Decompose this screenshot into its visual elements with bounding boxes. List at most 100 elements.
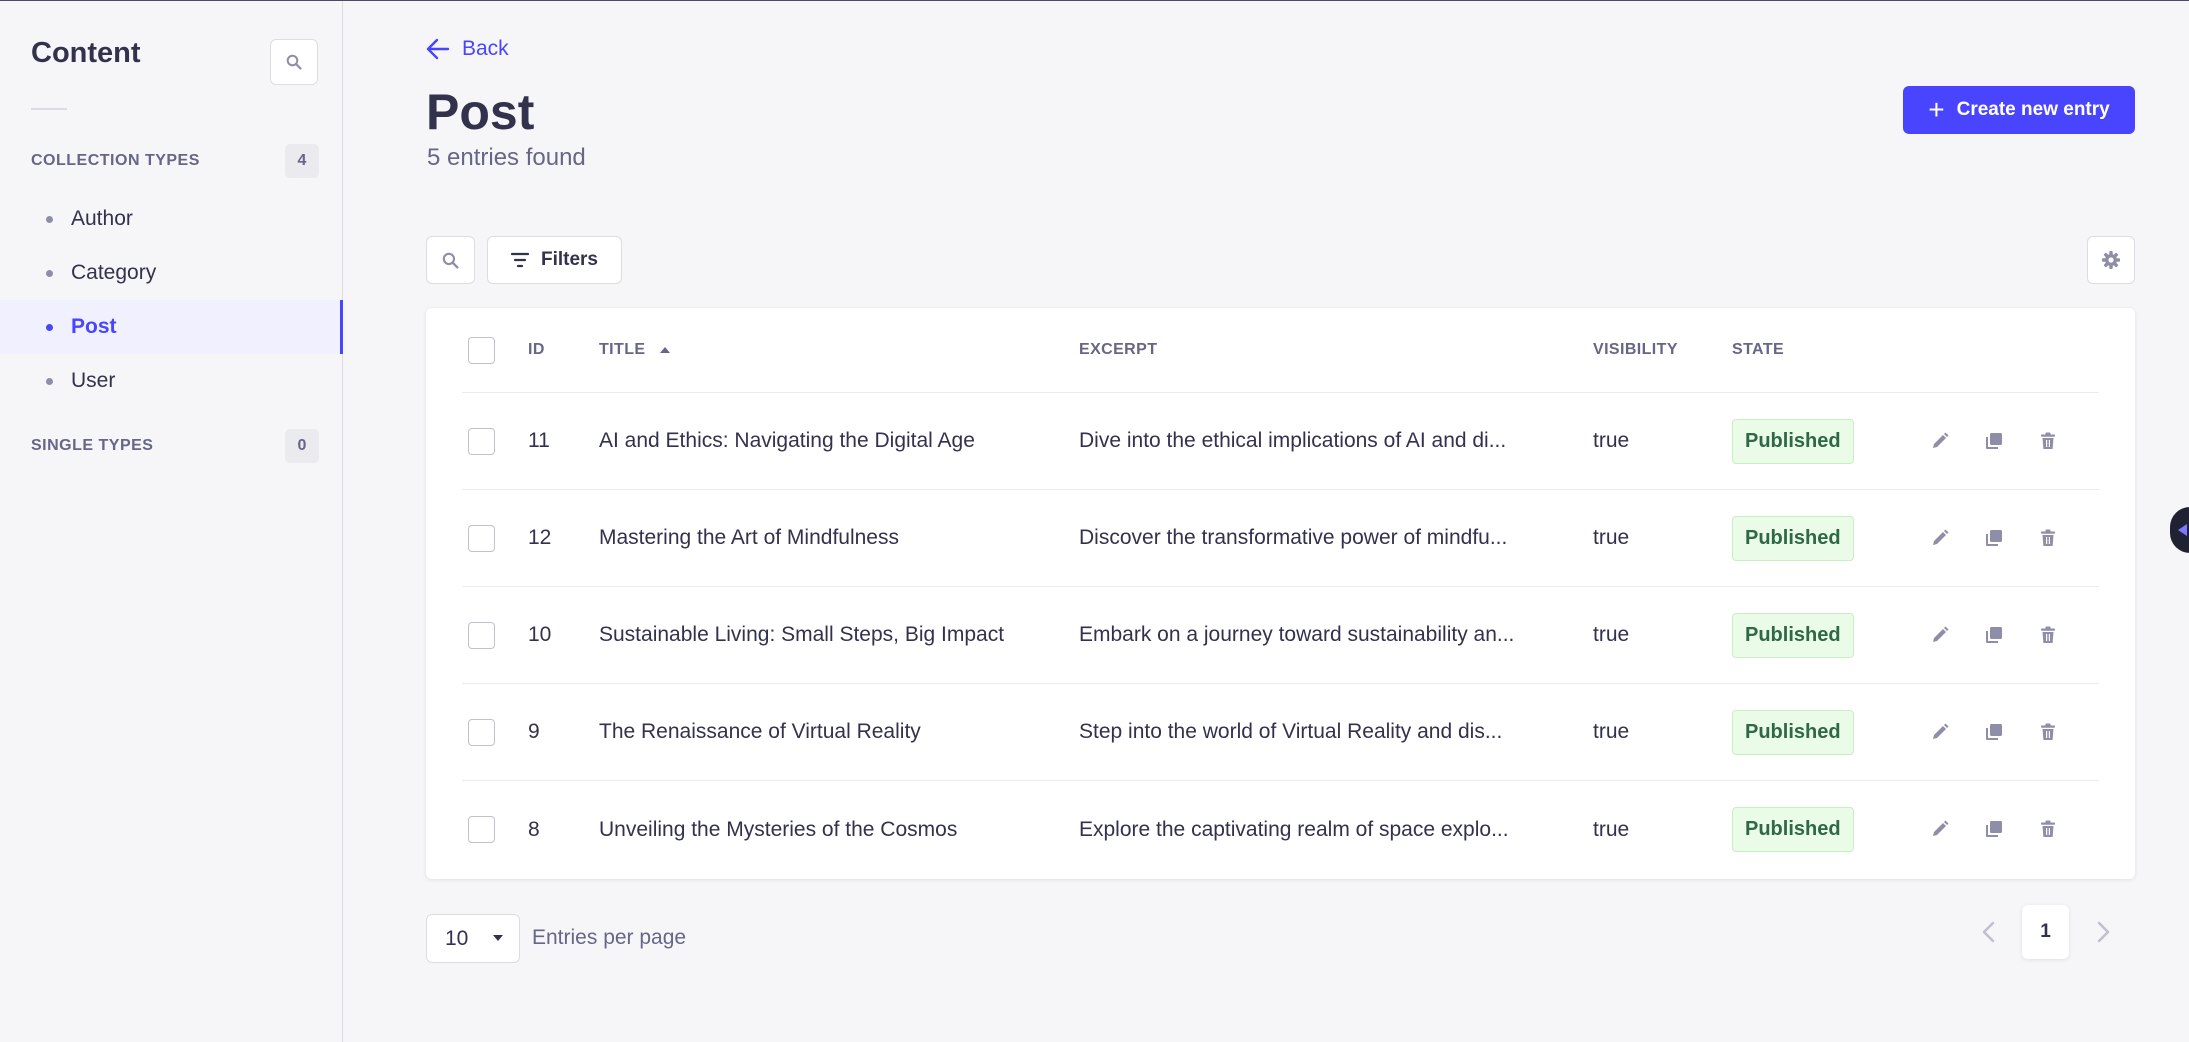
- collection-types-header: COLLECTION TYPES 4: [31, 144, 319, 178]
- edit-button[interactable]: [1925, 620, 1955, 650]
- create-button-label: Create new entry: [1956, 99, 2110, 120]
- table-row[interactable]: 10 Sustainable Living: Small Steps, Big …: [462, 587, 2099, 684]
- duplicate-button[interactable]: [1979, 814, 2009, 844]
- row-state-cell: Published: [1732, 587, 1854, 683]
- row-state-cell: Published: [1732, 393, 1854, 489]
- trash-icon: [2041, 626, 2055, 643]
- row-visibility: true: [1593, 720, 1630, 743]
- previous-page-button[interactable]: [1968, 912, 2008, 952]
- duplicate-button[interactable]: [1979, 426, 2009, 456]
- edit-button[interactable]: [1925, 814, 1955, 844]
- row-id: 10: [528, 623, 552, 646]
- sort-up-icon: [660, 347, 671, 353]
- floating-widget-toggle[interactable]: [2170, 507, 2189, 553]
- select-all-cell: [468, 308, 495, 392]
- row-checkbox[interactable]: [468, 621, 495, 649]
- table-row[interactable]: 11 AI and Ethics: Navigating the Digital…: [462, 393, 2099, 490]
- row-select-cell: [468, 781, 495, 878]
- caret-down-icon: [493, 935, 503, 941]
- delete-button[interactable]: [2033, 426, 2063, 456]
- arrow-left-icon: [426, 38, 450, 60]
- duplicate-button[interactable]: [1979, 717, 2009, 747]
- column-visibility[interactable]: VISIBILITY: [1593, 308, 1678, 392]
- row-state-cell: Published: [1732, 684, 1854, 780]
- select-all-checkbox[interactable]: [468, 336, 495, 364]
- row-checkbox[interactable]: [468, 524, 495, 552]
- chevron-right-icon: [2097, 921, 2110, 943]
- row-visibility: true: [1593, 817, 1630, 841]
- row-select-cell: [468, 490, 495, 586]
- gear-icon: [2102, 251, 2120, 269]
- delete-button[interactable]: [2033, 814, 2063, 844]
- column-id[interactable]: ID: [528, 308, 545, 392]
- table-search-button[interactable]: [426, 236, 475, 284]
- table-settings-button[interactable]: [2087, 236, 2135, 284]
- table-row[interactable]: 12 Mastering the Art of Mindfulness Disc…: [462, 490, 2099, 587]
- row-id: 11: [528, 429, 550, 452]
- sidebar-item-label: Category: [71, 261, 157, 284]
- next-page-button[interactable]: [2084, 912, 2124, 952]
- row-excerpt: Embark on a journey toward sustainabilit…: [1079, 623, 1515, 646]
- row-state-cell: Published: [1732, 490, 1854, 586]
- table-row[interactable]: 9 The Renaissance of Virtual Reality Ste…: [462, 684, 2099, 781]
- back-link[interactable]: Back: [426, 37, 509, 61]
- row-excerpt: Discover the transformative power of min…: [1079, 526, 1508, 549]
- edit-button[interactable]: [1925, 426, 1955, 456]
- filters-button[interactable]: Filters: [487, 236, 622, 284]
- sidebar-item-label: Post: [71, 315, 117, 338]
- delete-button[interactable]: [2033, 620, 2063, 650]
- single-types-count: 0: [285, 429, 319, 463]
- sidebar-title: Content: [31, 37, 141, 69]
- row-title: The Renaissance of Virtual Reality: [599, 720, 921, 743]
- row-visibility: true: [1593, 526, 1630, 549]
- duplicate-button[interactable]: [1979, 523, 2009, 553]
- row-excerpt: Explore the captivating realm of space e…: [1079, 817, 1509, 841]
- trash-icon: [2041, 432, 2055, 449]
- column-excerpt[interactable]: EXCERPT: [1079, 308, 1157, 392]
- bullet: [46, 269, 53, 277]
- sidebar-item-user[interactable]: User: [0, 354, 343, 408]
- duplicate-icon: [1986, 724, 2002, 740]
- edit-button[interactable]: [1925, 523, 1955, 553]
- sidebar-divider: [31, 108, 67, 110]
- column-title[interactable]: TITLE: [599, 308, 671, 392]
- status-badge: Published: [1732, 418, 1854, 464]
- row-select-cell: [468, 393, 495, 489]
- chevron-left-icon: [1982, 921, 1995, 943]
- entries-per-page-select[interactable]: 10: [426, 914, 520, 963]
- row-select-cell: [468, 684, 495, 780]
- sidebar-search-button[interactable]: [270, 39, 318, 85]
- row-title: Sustainable Living: Small Steps, Big Imp…: [599, 623, 1005, 646]
- row-visibility: true: [1593, 623, 1630, 646]
- trash-icon: [2041, 820, 2055, 837]
- edit-button[interactable]: [1925, 717, 1955, 747]
- row-checkbox[interactable]: [468, 816, 495, 843]
- row-id: 9: [528, 720, 540, 743]
- column-state[interactable]: STATE: [1732, 308, 1784, 392]
- pencil-icon: [1933, 626, 1949, 642]
- row-id: 12: [528, 526, 552, 549]
- sidebar-item-post[interactable]: Post: [0, 300, 343, 354]
- duplicate-button[interactable]: [1979, 620, 2009, 650]
- content-sidebar: Content COLLECTION TYPES 4 Author Catego…: [0, 1, 343, 1042]
- row-title: Mastering the Art of Mindfulness: [599, 526, 899, 549]
- table-row[interactable]: 8 Unveiling the Mysteries of the Cosmos …: [462, 781, 2099, 878]
- duplicate-icon: [1986, 627, 2002, 643]
- page-title: Post: [426, 84, 535, 140]
- page-button-current[interactable]: 1: [2022, 905, 2069, 959]
- bullet: [46, 377, 53, 385]
- create-new-entry-button[interactable]: + Create new entry: [1903, 86, 2135, 134]
- delete-button[interactable]: [2033, 717, 2063, 747]
- row-checkbox[interactable]: [468, 427, 495, 455]
- sidebar-item-category[interactable]: Category: [0, 246, 343, 300]
- delete-button[interactable]: [2033, 523, 2063, 553]
- duplicate-icon: [1986, 433, 2002, 449]
- status-badge: Published: [1732, 709, 1854, 755]
- back-label: Back: [462, 37, 509, 60]
- pencil-icon: [1933, 723, 1949, 739]
- status-badge: Published: [1732, 612, 1854, 658]
- row-excerpt: Step into the world of Virtual Reality a…: [1079, 720, 1503, 743]
- row-title: AI and Ethics: Navigating the Digital Ag…: [599, 429, 975, 452]
- sidebar-item-author[interactable]: Author: [0, 192, 343, 246]
- row-checkbox[interactable]: [468, 718, 495, 746]
